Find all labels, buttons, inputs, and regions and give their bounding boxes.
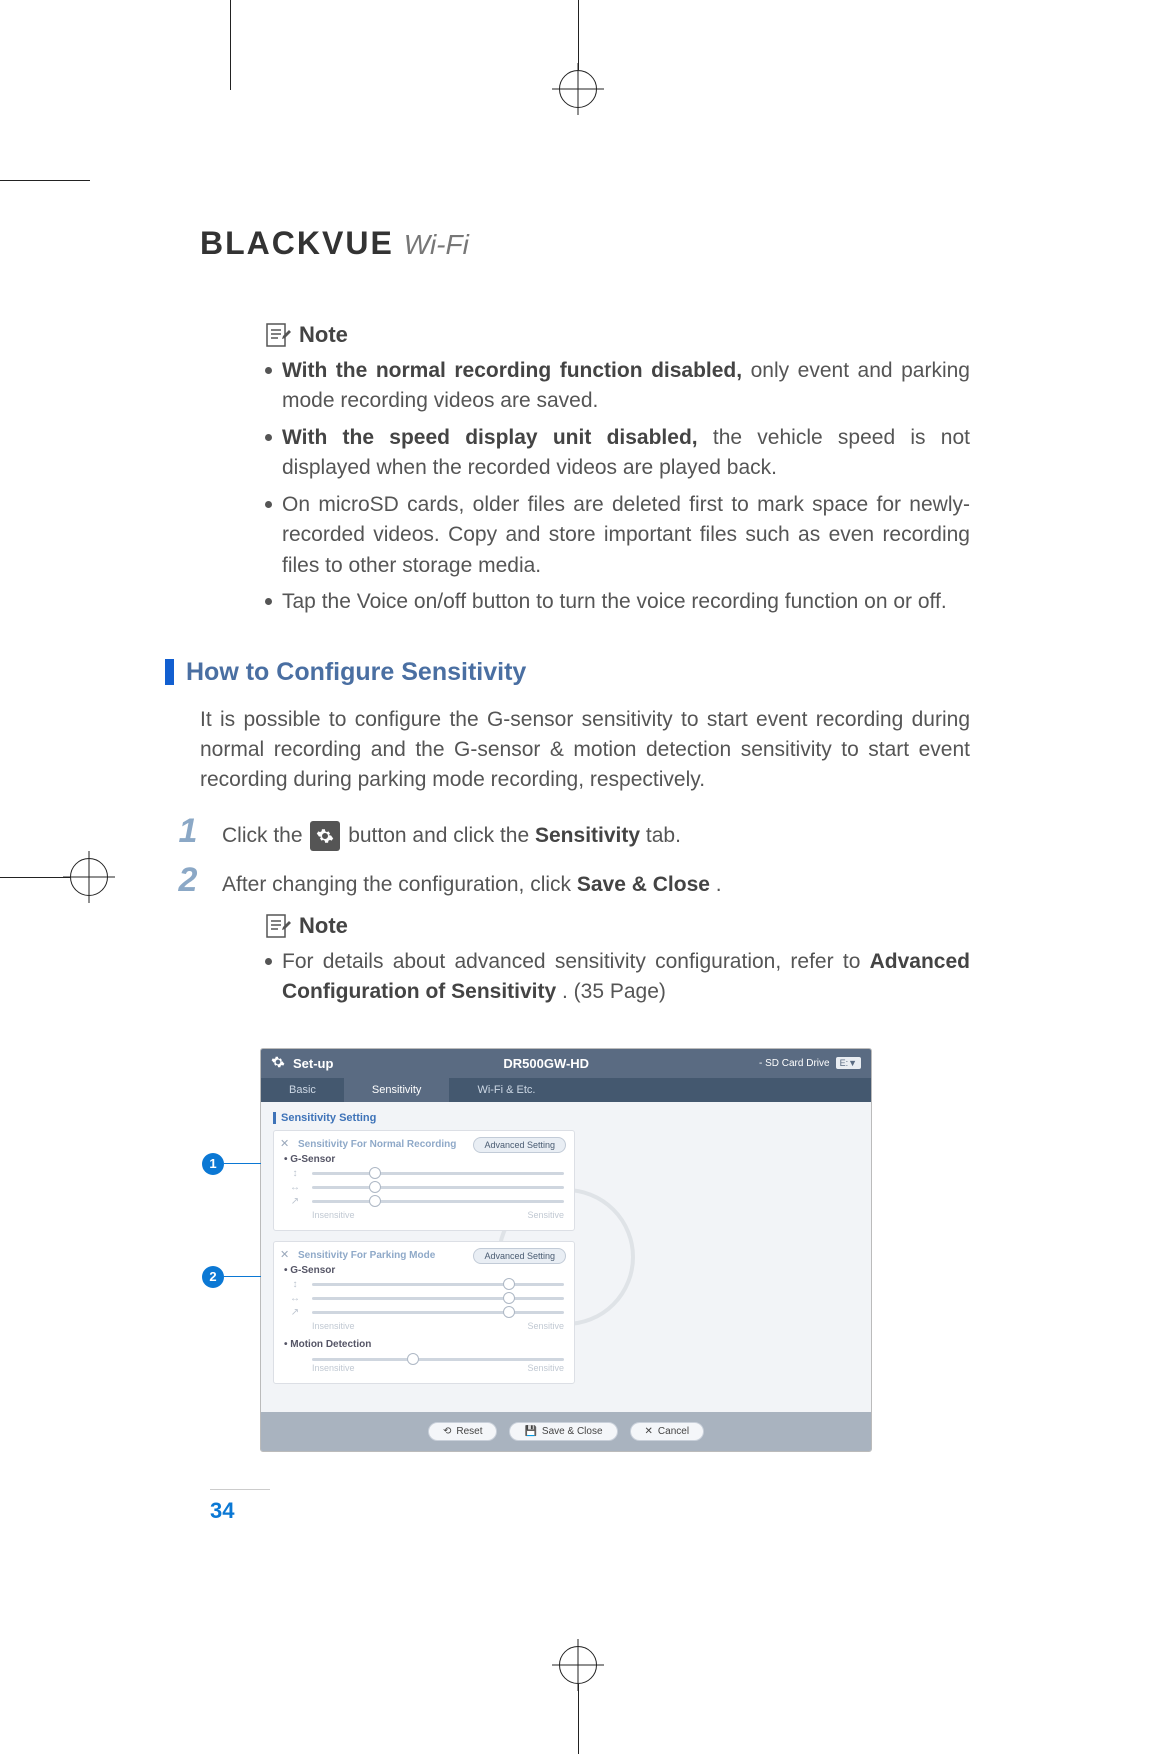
note-heading: Note [299, 913, 348, 939]
tab-sensitivity[interactable]: Sensitivity [344, 1078, 450, 1102]
advanced-setting-button[interactable]: Advanced Setting [473, 1248, 566, 1264]
callout-2: 2 [202, 1266, 268, 1288]
tab-basic[interactable]: Basic [261, 1078, 344, 1102]
brand-main: BLACKVUE [200, 225, 394, 262]
gsensor-slider-x[interactable] [312, 1186, 564, 1189]
note-icon [265, 322, 291, 348]
setup-window: Set-up DR500GW-HD - SD Card Drive E:▼ Ba… [260, 1048, 872, 1452]
close-icon: ✕ [645, 1426, 653, 1437]
motion-label: • Motion Detection [284, 1339, 564, 1350]
section-bar-icon [165, 659, 174, 685]
gear-icon [271, 1055, 285, 1072]
note1-item: Tap the Voice on/off button to turn the … [265, 587, 970, 617]
gsensor-slider-z[interactable] [312, 1172, 564, 1175]
reset-icon: ⟲ [443, 1426, 451, 1437]
note-heading: Note [299, 322, 348, 348]
group-normal-recording: ✕ Sensitivity For Normal Recording Advan… [273, 1130, 575, 1231]
note-block-1: Note With the normal recording function … [265, 322, 970, 618]
group-parking-mode: ✕ Sensitivity For Parking Mode Advanced … [273, 1241, 575, 1384]
axis-icon: ↕ [284, 1168, 306, 1179]
sd-drive-label: - SD Card Drive [759, 1058, 830, 1069]
section-heading: How to Configure Sensitivity [165, 658, 970, 687]
section-title: How to Configure Sensitivity [186, 658, 526, 687]
crop-mark-top [559, 0, 597, 108]
axis-icon: ↔ [284, 1293, 306, 1304]
crop-mark-left [0, 858, 108, 896]
note2-item: For details about advanced sensitivity c… [265, 947, 970, 1008]
manual-page: BLACKVUE Wi-Fi Note With the normal reco… [0, 0, 1156, 1754]
screenshot-wrap: 1 2 Set-up DR500GW-HD - SD Card Driv [260, 1048, 970, 1452]
page-number: 34 [210, 1489, 270, 1524]
brand-sub: Wi-Fi [404, 229, 469, 261]
setup-titlebar: Set-up DR500GW-HD - SD Card Drive E:▼ [261, 1049, 871, 1078]
callout-badge: 1 [202, 1153, 224, 1175]
note1-item: On microSD cards, older files are delete… [265, 490, 970, 581]
crop-corner-h [0, 180, 90, 181]
motion-slider[interactable] [312, 1358, 564, 1361]
step-1: 1 Click the button and click the Sensiti… [170, 814, 970, 852]
brand-header: BLACKVUE Wi-Fi [200, 225, 970, 262]
crop-corner-v [230, 0, 231, 90]
axis-icon: ↔ [284, 1182, 306, 1193]
gsensor-slider-y[interactable] [312, 1311, 564, 1314]
model-label: DR500GW-HD [503, 1056, 589, 1071]
crop-mark-bottom [559, 1646, 597, 1754]
axis-icon: ↗ [284, 1307, 306, 1318]
step-2: 2 After changing the configuration, clic… [170, 863, 970, 901]
gsensor-label: • G-Sensor [284, 1265, 564, 1276]
note1-item: With the normal recording function disab… [265, 356, 970, 417]
gsensor-slider-z[interactable] [312, 1283, 564, 1286]
gear-icon [310, 821, 340, 851]
callout-1: 1 [202, 1153, 268, 1175]
sensitivity-section-label: Sensitivity Setting [273, 1112, 859, 1124]
gsensor-label: • G-Sensor [284, 1154, 564, 1165]
gsensor-slider-y[interactable] [312, 1200, 564, 1203]
callout-badge: 2 [202, 1266, 224, 1288]
intro-paragraph: It is possible to configure the G-sensor… [200, 705, 970, 796]
setup-title: Set-up [293, 1056, 333, 1071]
cancel-button[interactable]: ✕Cancel [630, 1422, 705, 1441]
step-number: 2 [170, 863, 206, 901]
advanced-setting-button[interactable]: Advanced Setting [473, 1137, 566, 1153]
save-icon: 💾 [524, 1426, 536, 1437]
save-close-button[interactable]: 💾Save & Close [509, 1422, 617, 1441]
reset-button[interactable]: ⟲Reset [428, 1422, 498, 1441]
tab-wifi[interactable]: Wi-Fi & Etc. [449, 1078, 563, 1102]
setup-tabs: Basic Sensitivity Wi-Fi & Etc. [261, 1078, 871, 1102]
sd-drive-select[interactable]: E:▼ [836, 1057, 861, 1069]
gsensor-slider-x[interactable] [312, 1297, 564, 1300]
note1-item: With the speed display unit disabled, th… [265, 423, 970, 484]
axis-icon: ↗ [284, 1196, 306, 1207]
note-block-2: Note For details about advanced sensitiv… [265, 913, 970, 1008]
note-icon [265, 913, 291, 939]
step-number: 1 [170, 814, 206, 852]
axis-icon: ↕ [284, 1279, 306, 1290]
setup-footer: ⟲Reset 💾Save & Close ✕Cancel [261, 1412, 871, 1451]
page-content: BLACKVUE Wi-Fi Note With the normal reco… [200, 225, 970, 1452]
